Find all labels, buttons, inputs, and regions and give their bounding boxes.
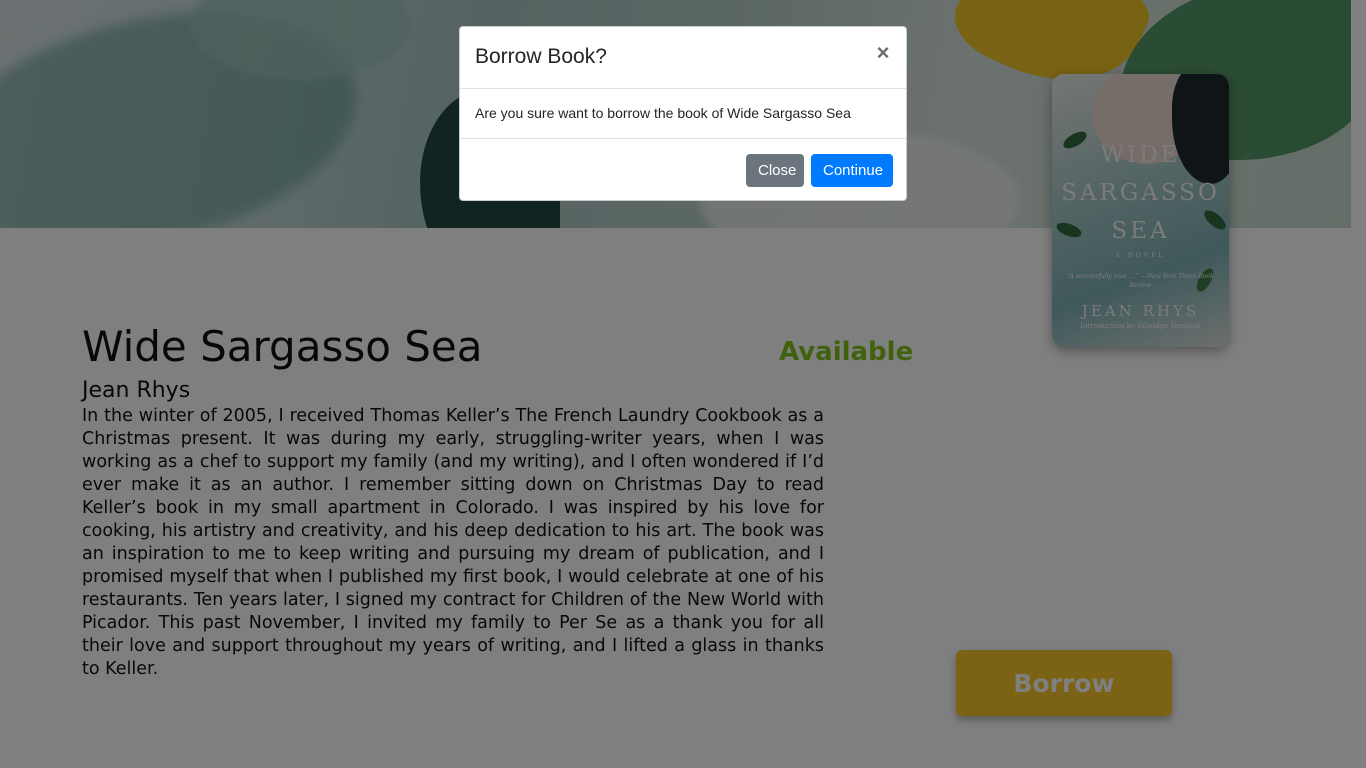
continue-button[interactable]: Continue	[811, 154, 893, 187]
modal-title: Borrow Book?	[475, 45, 607, 68]
modal-message: Are you sure want to borrow the book of …	[460, 89, 906, 139]
modal-footer: Close Continue	[460, 139, 906, 201]
close-button[interactable]: Close	[746, 154, 804, 187]
close-icon[interactable]: ×	[872, 39, 894, 67]
modal-header: Borrow Book? ×	[460, 27, 906, 89]
borrow-confirm-modal: Borrow Book? × Are you sure want to borr…	[459, 26, 907, 201]
